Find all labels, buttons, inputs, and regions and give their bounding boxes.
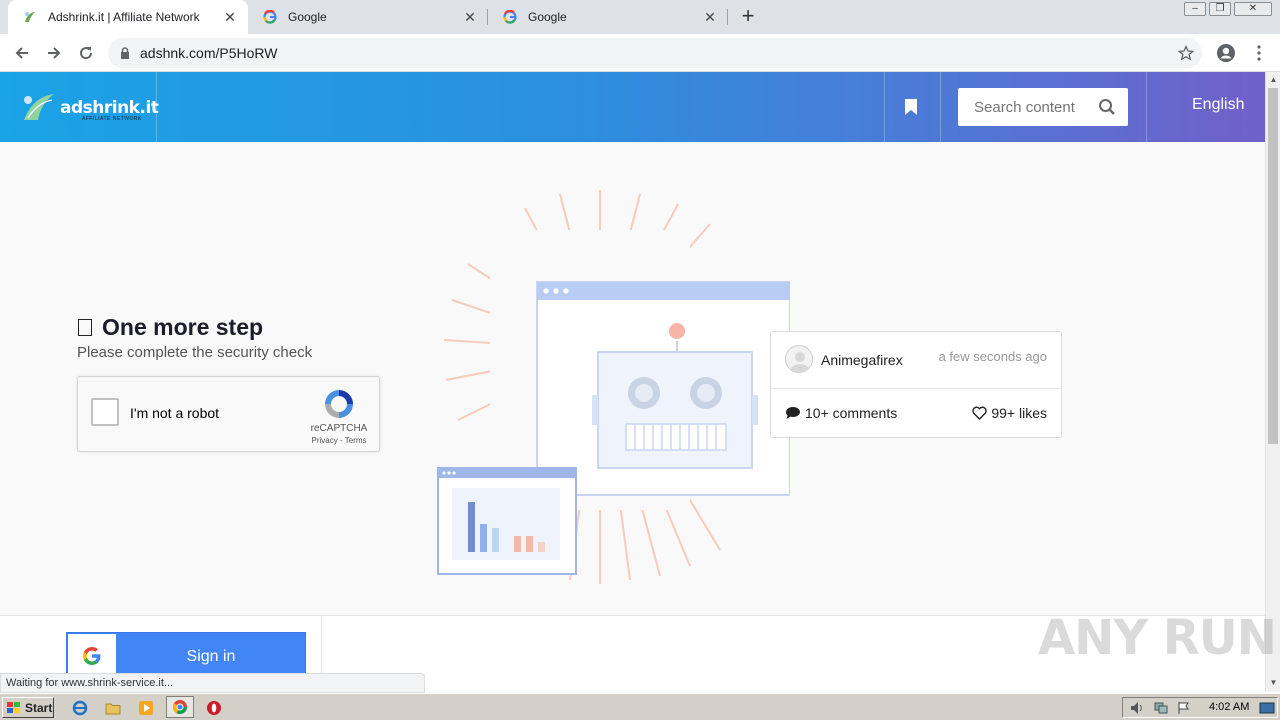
comment-bubble-icon — [786, 407, 800, 419]
missing-glyph-icon — [78, 319, 92, 336]
kebab-menu-icon — [1257, 45, 1261, 61]
logo-subtitle: AFFILIATE NETWORK — [82, 116, 142, 122]
comments-count[interactable]: 10+ comments — [785, 405, 897, 421]
chrome-taskbar-icon[interactable] — [166, 696, 194, 718]
recaptcha-logo-icon — [325, 390, 353, 418]
site-header: adshrink.it AFFILIATE NETWORK English — [0, 72, 1265, 142]
recaptcha-widget: I'm not a robot reCAPTCHA Privacy - Term… — [77, 376, 380, 452]
google-favicon-icon — [502, 9, 518, 25]
folder-icon[interactable] — [103, 698, 123, 718]
tab-close-icon[interactable]: ✕ — [702, 9, 718, 25]
header-divider — [940, 72, 941, 142]
start-button[interactable]: Start — [2, 697, 54, 718]
volume-icon[interactable] — [1129, 701, 1145, 715]
reload-button[interactable] — [74, 41, 98, 65]
logo-bird-icon — [24, 94, 54, 120]
windows-logo-icon — [7, 701, 20, 713]
recaptcha-label: I'm not a robot — [130, 405, 220, 421]
back-arrow-icon — [15, 47, 28, 59]
page-subtitle: Please complete the security check — [77, 344, 313, 361]
header-divider — [884, 72, 885, 142]
card-timestamp: a few seconds ago — [938, 349, 1047, 364]
restore-button[interactable]: ❐ — [1209, 2, 1231, 16]
start-label: Start — [25, 700, 53, 715]
media-player-icon[interactable] — [136, 698, 156, 718]
ie-icon[interactable] — [70, 698, 90, 718]
heart-icon — [972, 406, 988, 420]
tab-close-icon[interactable]: ✕ — [222, 9, 238, 25]
bookmark-icon[interactable] — [904, 98, 918, 116]
account-icon — [1217, 44, 1235, 62]
page-title-text: One more step — [102, 314, 264, 340]
tab-separator — [727, 9, 728, 25]
tab-title: Google — [288, 10, 327, 24]
user-avatar-icon — [790, 352, 810, 372]
avatar — [785, 345, 813, 373]
show-desktop-icon[interactable] — [1259, 701, 1275, 715]
forward-button[interactable] — [42, 41, 66, 65]
address-bar[interactable]: adshnk.com/P5HoRW — [108, 38, 1202, 68]
tab-adshrink[interactable]: Adshrink.it | Affiliate Network ✕ — [8, 0, 248, 34]
status-bar: Waiting for www.shrink-service.it... — [0, 673, 425, 693]
card-username: Animegafirex — [821, 352, 903, 368]
scroll-down-icon[interactable]: ▼ — [1269, 678, 1278, 687]
minimize-button[interactable]: ‒ — [1184, 2, 1206, 16]
tab-google-1[interactable]: Google ✕ — [248, 0, 488, 34]
tab-google-2[interactable]: Google ✕ — [488, 0, 728, 34]
card-divider — [771, 388, 1061, 389]
comment-card: Animegafirex a few seconds ago 10+ comme… — [770, 331, 1062, 438]
reload-icon — [80, 47, 93, 60]
network-icon[interactable] — [1153, 701, 1169, 715]
page-title: One more step — [78, 314, 263, 341]
star-icon — [1178, 45, 1194, 61]
language-selector[interactable]: English — [1192, 96, 1244, 114]
bookmark-star-button[interactable] — [1174, 41, 1198, 65]
robot-illustration — [437, 190, 790, 584]
anyrun-watermark: ANY RUN — [1038, 610, 1277, 666]
recaptcha-checkbox[interactable] — [91, 398, 119, 426]
menu-button[interactable] — [1247, 41, 1271, 65]
likes-text: 99+ likes — [991, 405, 1047, 421]
tab-title: Google — [528, 10, 567, 24]
tab-close-icon[interactable]: ✕ — [462, 9, 478, 25]
adshrink-favicon-icon — [22, 9, 38, 25]
comments-text: 10+ comments — [805, 405, 898, 421]
lock-icon — [121, 47, 129, 59]
clock: 4:02 AM — [1209, 701, 1250, 713]
recaptcha-brand: reCAPTCHA — [310, 423, 368, 434]
forward-arrow-icon — [48, 47, 61, 59]
search-content-box[interactable] — [958, 88, 1128, 126]
flag-icon[interactable] — [1177, 701, 1191, 715]
header-divider — [1146, 72, 1147, 142]
profile-button[interactable] — [1214, 41, 1238, 65]
google-favicon-icon — [262, 9, 278, 25]
windows-taskbar: Start 4:02 AM — [0, 693, 1280, 720]
new-tab-button[interactable]: + — [736, 5, 760, 29]
adshrink-logo[interactable]: adshrink.it AFFILIATE NETWORK — [20, 90, 159, 126]
browser-tab-bar: Adshrink.it | Affiliate Network ✕ Google… — [0, 0, 1280, 34]
opera-icon[interactable] — [204, 698, 224, 718]
page-scrollbar[interactable]: ▲ ▼ — [1265, 72, 1280, 692]
scroll-thumb[interactable] — [1268, 88, 1278, 444]
url-text: adshnk.com/P5HoRW — [140, 45, 278, 61]
likes-count[interactable]: 99+ likes — [972, 405, 1047, 421]
header-divider — [156, 72, 157, 142]
scroll-up-icon[interactable]: ▲ — [1269, 75, 1278, 84]
search-input[interactable] — [974, 98, 1094, 116]
tab-title: Adshrink.it | Affiliate Network — [48, 10, 200, 24]
main-content: One more step Please complete the securi… — [0, 142, 1265, 615]
search-icon[interactable] — [1098, 98, 1116, 116]
close-window-button[interactable]: ✕ — [1234, 2, 1272, 16]
system-tray: 4:02 AM — [1122, 697, 1278, 718]
browser-toolbar: adshnk.com/P5HoRW — [0, 34, 1280, 72]
logo-text: adshrink.it — [60, 98, 159, 118]
back-button[interactable] — [10, 41, 34, 65]
recaptcha-links[interactable]: Privacy - Terms — [304, 436, 374, 445]
